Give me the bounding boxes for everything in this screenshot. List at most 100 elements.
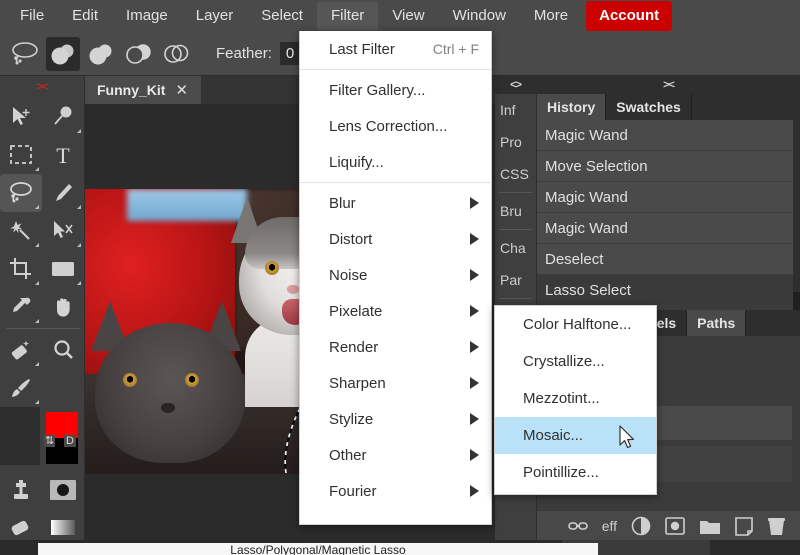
history-list: Magic Wand Move Selection Magic Wand Mag…: [537, 120, 800, 306]
menu-file[interactable]: File: [6, 2, 58, 30]
menu-item-label: Other: [329, 447, 367, 464]
default-colors-icon[interactable]: D: [64, 435, 76, 447]
menu-item-label: Distort: [329, 231, 372, 248]
path-selection-tool-icon[interactable]: [42, 212, 84, 250]
add-to-selection-icon[interactable]: [84, 37, 118, 71]
menu-image[interactable]: Image: [112, 2, 182, 30]
menu-item-fourier[interactable]: Fourier: [300, 473, 491, 509]
toolbox-collapse-button[interactable]: ><: [0, 76, 84, 98]
list-item[interactable]: Move Selection: [537, 151, 800, 182]
menu-item-label: Last Filter: [329, 41, 395, 58]
list-item[interactable]: Lasso Select: [537, 275, 800, 306]
rail-item-info[interactable]: Inf: [495, 94, 536, 126]
healing-brush-tool-icon[interactable]: [0, 331, 42, 369]
menu-layer[interactable]: Layer: [182, 2, 248, 30]
submenu-arrow-icon: [470, 197, 479, 209]
menu-window[interactable]: Window: [439, 2, 520, 30]
menu-view[interactable]: View: [378, 2, 438, 30]
rail-collapse-button[interactable]: <>: [495, 76, 536, 94]
menu-select[interactable]: Select: [247, 2, 317, 30]
new-group-icon[interactable]: [699, 518, 721, 535]
dock-collapse-button[interactable]: ><: [537, 76, 800, 94]
dock-collapse-label: ><: [663, 79, 674, 91]
shape-tool-icon[interactable]: [42, 250, 84, 288]
menu-item-last-filter[interactable]: Last Filter Ctrl + F: [300, 31, 491, 67]
new-layer-icon[interactable]: [735, 517, 753, 536]
adjustment-layer-icon[interactable]: [631, 516, 651, 536]
brush-tool-icon[interactable]: [0, 369, 42, 407]
list-item[interactable]: Deselect: [537, 244, 800, 275]
rail-item-brushes[interactable]: Bru: [495, 195, 536, 227]
menu-item-other[interactable]: Other: [300, 437, 491, 473]
menu-item-label: Mosaic...: [523, 427, 583, 444]
move-tool-icon[interactable]: [0, 98, 42, 136]
menu-item-sharpen[interactable]: Sharpen: [300, 365, 491, 401]
rail-item-css[interactable]: CSS: [495, 158, 536, 190]
list-item[interactable]: Magic Wand: [537, 120, 800, 151]
svg-text:T: T: [56, 144, 70, 166]
menu-item-distort[interactable]: Distort: [300, 221, 491, 257]
menu-item-color-halftone[interactable]: Color Halftone...: [495, 306, 656, 343]
intersect-selection-icon[interactable]: [160, 37, 194, 71]
layer-effects-icon[interactable]: eff: [602, 518, 617, 534]
new-selection-icon[interactable]: [46, 37, 80, 71]
menu-item-render[interactable]: Render: [300, 329, 491, 365]
menu-item-noise[interactable]: Noise: [300, 257, 491, 293]
rail-item-properties[interactable]: Pro: [495, 126, 536, 158]
menu-edit[interactable]: Edit: [58, 2, 112, 30]
eyedropper-tool-icon[interactable]: [0, 288, 42, 326]
type-tool-icon[interactable]: T: [42, 136, 84, 174]
menu-item-pixelate[interactable]: Pixelate: [300, 293, 491, 329]
menu-item-stylize[interactable]: Stylize: [300, 401, 491, 437]
quick-mask-icon[interactable]: [42, 471, 84, 509]
menu-item-pointillize[interactable]: Pointillize...: [495, 454, 656, 491]
zoom-tool-icon[interactable]: [42, 331, 84, 369]
magic-wand-tool-icon[interactable]: [0, 212, 42, 250]
photo-editor-window: File Edit Image Layer Select Filter View…: [0, 0, 800, 555]
menu-item-label: Pointillize...: [523, 464, 599, 481]
submenu-arrow-icon: [470, 377, 479, 389]
zoom-lasso-tool-icon[interactable]: [42, 98, 84, 136]
swap-colors-icon[interactable]: ⇅: [44, 435, 55, 447]
list-item[interactable]: Magic Wand: [537, 182, 800, 213]
menu-item-blur[interactable]: Blur: [300, 185, 491, 221]
history-tabstrip: History Swatches: [537, 94, 800, 120]
rectangular-marquee-tool-icon[interactable]: [0, 136, 42, 174]
pen-tool-icon[interactable]: [42, 174, 84, 212]
color-swatches: ⇅ D: [0, 407, 85, 471]
menu-item-filter-gallery[interactable]: Filter Gallery...: [300, 72, 491, 108]
link-layers-icon[interactable]: [568, 519, 588, 533]
clone-stamp-tool-icon[interactable]: [0, 471, 42, 509]
rail-item-channels[interactable]: Cha: [495, 232, 536, 264]
menu-item-lens-correction[interactable]: Lens Correction...: [300, 108, 491, 144]
submenu-arrow-icon: [470, 413, 479, 425]
menu-more[interactable]: More: [520, 2, 582, 30]
tab-swatches[interactable]: Swatches: [606, 94, 692, 120]
lasso-tool-icon[interactable]: [8, 37, 42, 71]
account-button[interactable]: Account: [586, 1, 672, 31]
menu-item-liquify[interactable]: Liquify...: [300, 144, 491, 180]
close-icon[interactable]: ✕: [175, 81, 188, 99]
history-scrollbar[interactable]: [793, 120, 800, 308]
menu-item-crystallize[interactable]: Crystallize...: [495, 343, 656, 380]
feather-input[interactable]: 0: [280, 42, 300, 65]
menu-item-label: Pixelate: [329, 303, 382, 320]
menu-item-label: Stylize: [329, 411, 373, 428]
document-tab[interactable]: Funny_Kit ✕: [85, 76, 201, 104]
menu-item-label: Sharpen: [329, 375, 386, 392]
lasso-tool-icon[interactable]: [0, 174, 42, 212]
filter-menu: Last Filter Ctrl + F Filter Gallery... L…: [299, 31, 492, 525]
menu-item-label: Noise: [329, 267, 367, 284]
tab-history[interactable]: History: [537, 94, 606, 120]
rail-item-paragraph[interactable]: Par: [495, 264, 536, 296]
layer-mask-icon[interactable]: [665, 517, 685, 535]
pixelate-submenu: Color Halftone... Crystallize... Mezzoti…: [494, 305, 657, 495]
menu-item-mezzotint[interactable]: Mezzotint...: [495, 380, 656, 417]
menu-filter[interactable]: Filter: [317, 2, 378, 30]
crop-tool-icon[interactable]: [0, 250, 42, 288]
hand-tool-icon[interactable]: [42, 288, 84, 326]
tab-paths[interactable]: Paths: [687, 310, 746, 336]
delete-layer-icon[interactable]: [767, 517, 786, 536]
list-item[interactable]: Magic Wand: [537, 213, 800, 244]
subtract-from-selection-icon[interactable]: [122, 37, 156, 71]
